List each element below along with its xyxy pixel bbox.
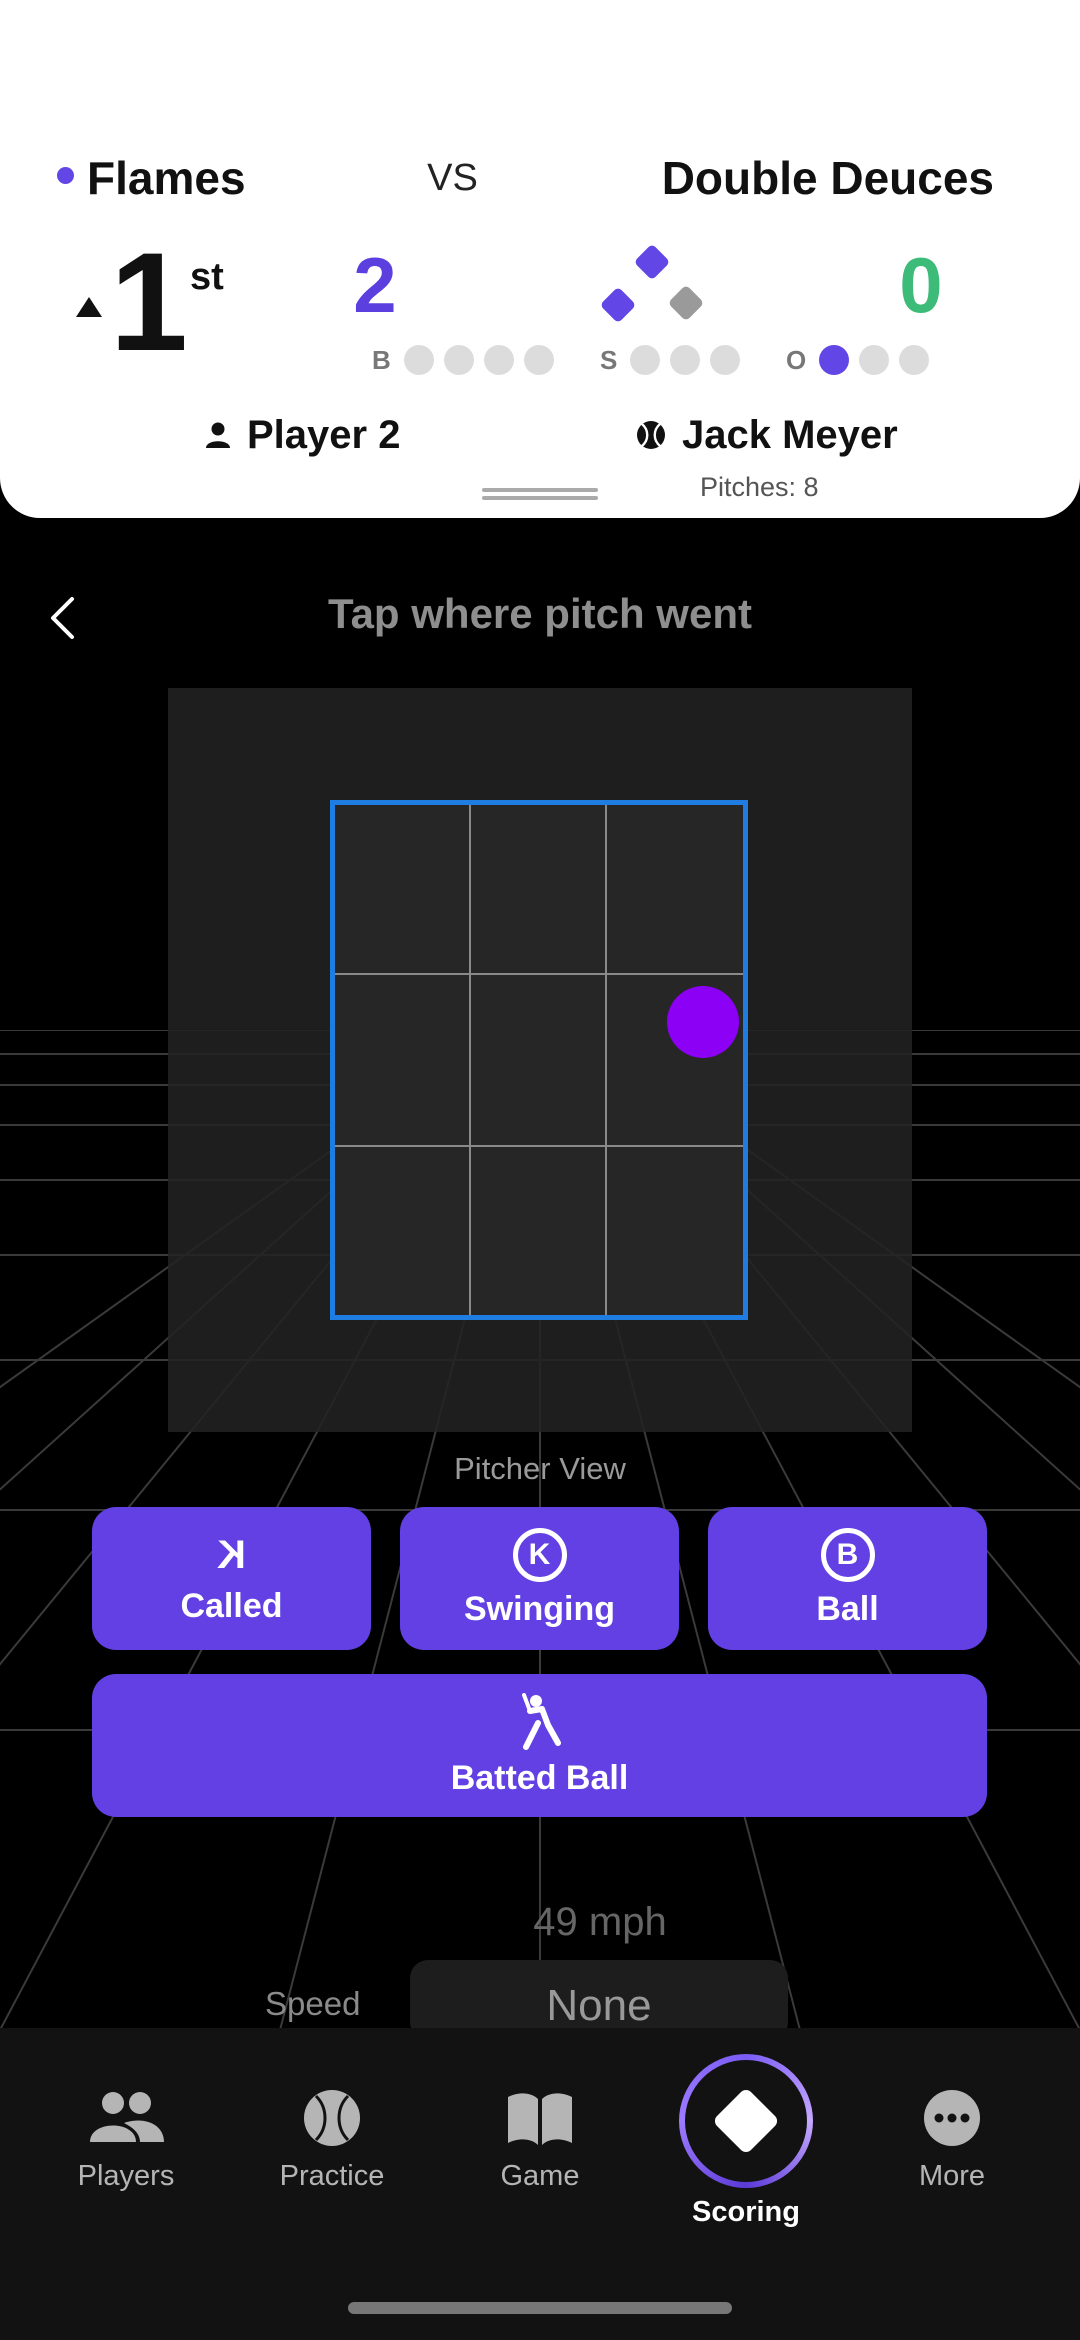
screen-title: Tap where pitch went xyxy=(328,590,752,637)
tab-more-label: More xyxy=(918,2160,986,2192)
ball-dot xyxy=(523,345,554,375)
batted-ball-button[interactable]: Batted Ball xyxy=(92,1674,987,1817)
outs-count: O xyxy=(786,342,939,378)
out-dot xyxy=(819,345,850,375)
inning-top-arrow-icon xyxy=(76,297,102,317)
tab-scoring[interactable]: Scoring xyxy=(646,2054,846,2229)
batter-swing-icon xyxy=(521,1693,561,1750)
third-base xyxy=(599,286,637,324)
zone-cell-5[interactable] xyxy=(471,975,607,1147)
more-icon xyxy=(912,2086,992,2150)
baseball-icon xyxy=(292,2086,372,2150)
strikes-label: S xyxy=(600,344,618,375)
away-score: 0 xyxy=(899,241,943,329)
speed-label: Speed xyxy=(265,1985,361,2022)
balls-label: B xyxy=(372,344,391,375)
strike-dot xyxy=(710,345,741,375)
outs-label: O xyxy=(786,344,807,375)
tab-game-label: Game xyxy=(500,2160,580,2192)
backwards-k-icon: K xyxy=(217,1533,246,1577)
second-base xyxy=(633,243,671,281)
tab-bar: Players Practice Game Scoring More xyxy=(0,2028,1080,2340)
tab-more[interactable]: More xyxy=(852,2086,1052,2193)
pitcher-view-label: Pitcher View xyxy=(454,1451,626,1486)
team-indicator-dot xyxy=(57,167,74,184)
baseball-icon xyxy=(637,421,665,449)
pitch-location-marker[interactable] xyxy=(667,986,739,1058)
scoring-inner xyxy=(685,2060,807,2182)
out-dot xyxy=(859,345,890,375)
called-strike-button[interactable]: K Called xyxy=(92,1507,371,1650)
home-score: 2 xyxy=(353,241,397,329)
tab-practice[interactable]: Practice xyxy=(232,2086,432,2193)
out-dot xyxy=(899,345,930,375)
tab-practice-label: Practice xyxy=(279,2160,385,2192)
ball-dot xyxy=(483,345,514,375)
tab-players[interactable]: Players xyxy=(26,2086,226,2193)
strike-zone[interactable] xyxy=(330,800,748,1320)
ball-dot xyxy=(403,345,434,375)
tab-scoring-label: Scoring xyxy=(692,2196,800,2228)
home-indicator[interactable] xyxy=(348,2302,732,2314)
ball-label: Ball xyxy=(816,1590,879,1628)
ball-button[interactable]: B Ball xyxy=(708,1507,987,1650)
vs-label: VS xyxy=(427,157,478,199)
circled-b-icon: B xyxy=(820,1528,875,1582)
zone-cell-3[interactable] xyxy=(607,805,743,975)
book-icon xyxy=(500,2086,580,2150)
bases-diamond xyxy=(590,240,710,330)
current-batter[interactable]: Player 2 xyxy=(205,410,400,460)
balls-count: B xyxy=(372,342,564,378)
players-icon xyxy=(86,2086,166,2150)
called-label: Called xyxy=(180,1587,283,1625)
inning-suffix: st xyxy=(190,256,224,298)
zone-cell-1[interactable] xyxy=(335,805,471,975)
strike-dot xyxy=(670,345,701,375)
zone-cell-4[interactable] xyxy=(335,975,471,1147)
person-icon xyxy=(206,422,230,448)
home-team-name: Flames xyxy=(87,152,246,204)
away-team-name: Double Deuces xyxy=(661,152,994,204)
sheet-grabber[interactable] xyxy=(482,488,598,500)
batter-name: Player 2 xyxy=(247,412,401,457)
swinging-label: Swinging xyxy=(463,1590,616,1628)
scoring-ring xyxy=(679,2054,813,2188)
strikes-count: S xyxy=(600,342,750,378)
zone-cell-2[interactable] xyxy=(471,805,607,975)
tab-game[interactable]: Game xyxy=(440,2086,640,2193)
zone-cell-7[interactable] xyxy=(335,1147,471,1315)
zone-cell-8[interactable] xyxy=(471,1147,607,1315)
batted-ball-label: Batted Ball xyxy=(450,1759,629,1797)
pitcher-name: Jack Meyer xyxy=(682,412,898,457)
swinging-strike-button[interactable]: K Swinging xyxy=(400,1507,679,1650)
pitch-count: Pitches: 8 xyxy=(700,472,819,502)
strike-dot xyxy=(630,345,661,375)
inning-number: 1 xyxy=(110,223,188,380)
tab-players-label: Players xyxy=(77,2160,175,2192)
speed-picker-option[interactable]: 49 mph xyxy=(410,1900,790,1945)
zone-cell-9[interactable] xyxy=(607,1147,743,1315)
diamond-icon xyxy=(712,2087,780,2155)
teams-row: Flames VS Double Deuces xyxy=(0,148,1080,208)
scoreboard: Flames VS Double Deuces 1 st 2 0 B S O P xyxy=(0,0,1080,518)
ball-dot xyxy=(443,345,474,375)
circled-k-icon: K xyxy=(512,1528,567,1582)
current-pitcher[interactable]: Jack Meyer xyxy=(636,410,898,460)
first-base xyxy=(667,284,705,322)
